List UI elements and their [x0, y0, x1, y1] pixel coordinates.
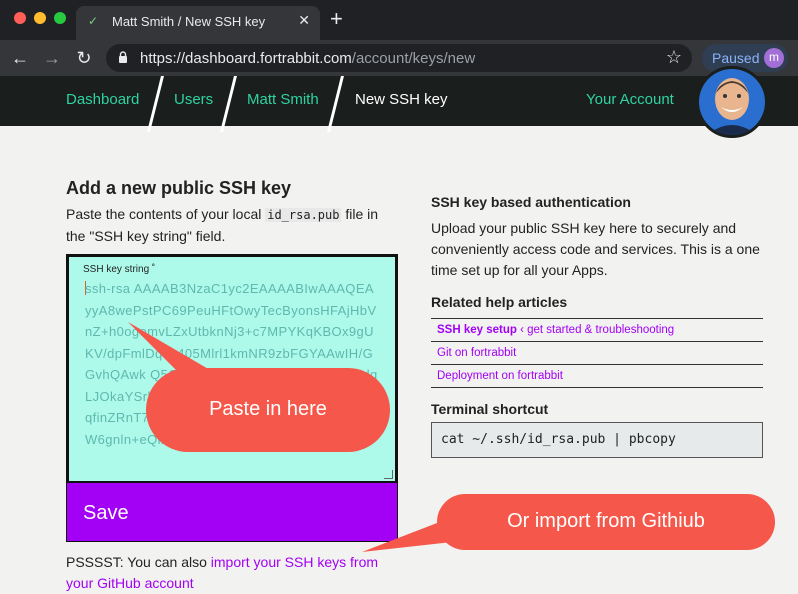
breadcrumb-current: New SSH key: [355, 91, 448, 108]
callout-text: Or import from Githiub: [507, 510, 705, 532]
tab-title: Matt Smith / New SSH key: [112, 14, 266, 29]
terminal-shortcut-title: Terminal shortcut: [431, 401, 549, 417]
new-tab-button[interactable]: +: [330, 6, 343, 32]
favicon-icon: ✓: [88, 14, 99, 28]
save-button[interactable]: Save: [66, 482, 398, 542]
ssh-key-field-label: SSH key string ˚: [83, 264, 156, 275]
help-articles-title: Related help articles: [431, 294, 568, 310]
bookmark-star-icon[interactable]: ☆: [666, 47, 682, 68]
help-link-ssh-setup[interactable]: SSH key setup ‹ get started & troublesho…: [431, 319, 763, 342]
window-minimize-button[interactable]: [34, 12, 46, 24]
url-text: https://dashboard.fortrabbit.com/account…: [140, 50, 475, 67]
lock-icon: [119, 51, 127, 63]
breadcrumb-separator: [147, 76, 164, 132]
browser-toolbar: ← → ↻ https://dashboard.fortrabbit.com/a…: [0, 40, 798, 76]
help-link-git[interactable]: Git on fortrabbit: [431, 342, 763, 365]
profile-avatar[interactable]: m: [764, 48, 784, 68]
site-header: Dashboard Users Matt Smith New SSH key Y…: [0, 76, 798, 132]
terminal-command: cat ~/.ssh/id_rsa.pub | pbcopy: [441, 432, 676, 447]
sidebar-title: SSH key based authentication: [431, 194, 631, 210]
url-path: /account/keys/new: [351, 50, 476, 67]
window-close-button[interactable]: [14, 12, 26, 24]
window-maximize-button[interactable]: [54, 12, 66, 24]
help-link-deployment[interactable]: Deployment on fortrabbit: [431, 365, 763, 388]
address-bar[interactable]: https://dashboard.fortrabbit.com/account…: [106, 44, 692, 72]
save-button-label: Save: [83, 502, 129, 524]
back-arrow-icon[interactable]: ←: [8, 46, 32, 70]
browser-tab[interactable]: ✓ Matt Smith / New SSH key ✕: [76, 6, 320, 40]
callout-text: Paste in here: [209, 398, 327, 420]
url-host: https://dashboard.fortrabbit.com: [140, 50, 352, 67]
reload-icon[interactable]: ↻: [72, 46, 96, 70]
page-title: Add a new public SSH key: [66, 178, 292, 198]
sidebar-description: Upload your public SSH key here to secur…: [431, 220, 760, 278]
intro-text-before: Paste the contents of your local: [66, 206, 266, 222]
help-link-rest: ‹ get started & troubleshooting: [516, 324, 675, 336]
paste-here-callout: Paste in here: [146, 368, 390, 452]
breadcrumb-users[interactable]: Users: [174, 91, 213, 108]
help-link-rest: Deployment on fortrabbit: [437, 370, 563, 382]
terminal-command-box[interactable]: cat ~/.ssh/id_rsa.pub | pbcopy: [431, 422, 763, 458]
github-import-note: PSSSST: You can also import your SSH key…: [66, 552, 406, 594]
breadcrumb-separator: [220, 76, 237, 132]
help-link-rest: Git on fortrabbit: [437, 347, 517, 359]
help-link-strong: SSH key setup: [437, 324, 517, 336]
user-avatar[interactable]: [696, 66, 768, 138]
forward-arrow-icon[interactable]: →: [40, 46, 64, 70]
your-account-link[interactable]: Your Account: [586, 91, 674, 108]
form-intro: Paste the contents of your local id_rsa.…: [66, 204, 396, 247]
breadcrumb-separator: [327, 76, 344, 132]
import-github-callout: Or import from Githiub: [437, 494, 775, 550]
paused-label: Paused: [712, 50, 760, 66]
intro-code: id_rsa.pub: [265, 208, 342, 222]
tab-close-icon[interactable]: ✕: [298, 12, 310, 29]
pssst-prefix: PSSSST: You can also: [66, 554, 211, 570]
help-articles-list: SSH key setup ‹ get started & troublesho…: [431, 318, 763, 388]
user-photo-image: [699, 69, 765, 135]
resize-handle[interactable]: [384, 470, 393, 479]
browser-tab-bar: ✓ Matt Smith / New SSH key ✕ +: [0, 0, 798, 40]
breadcrumb-user[interactable]: Matt Smith: [247, 91, 319, 108]
breadcrumb-dashboard[interactable]: Dashboard: [66, 91, 139, 108]
